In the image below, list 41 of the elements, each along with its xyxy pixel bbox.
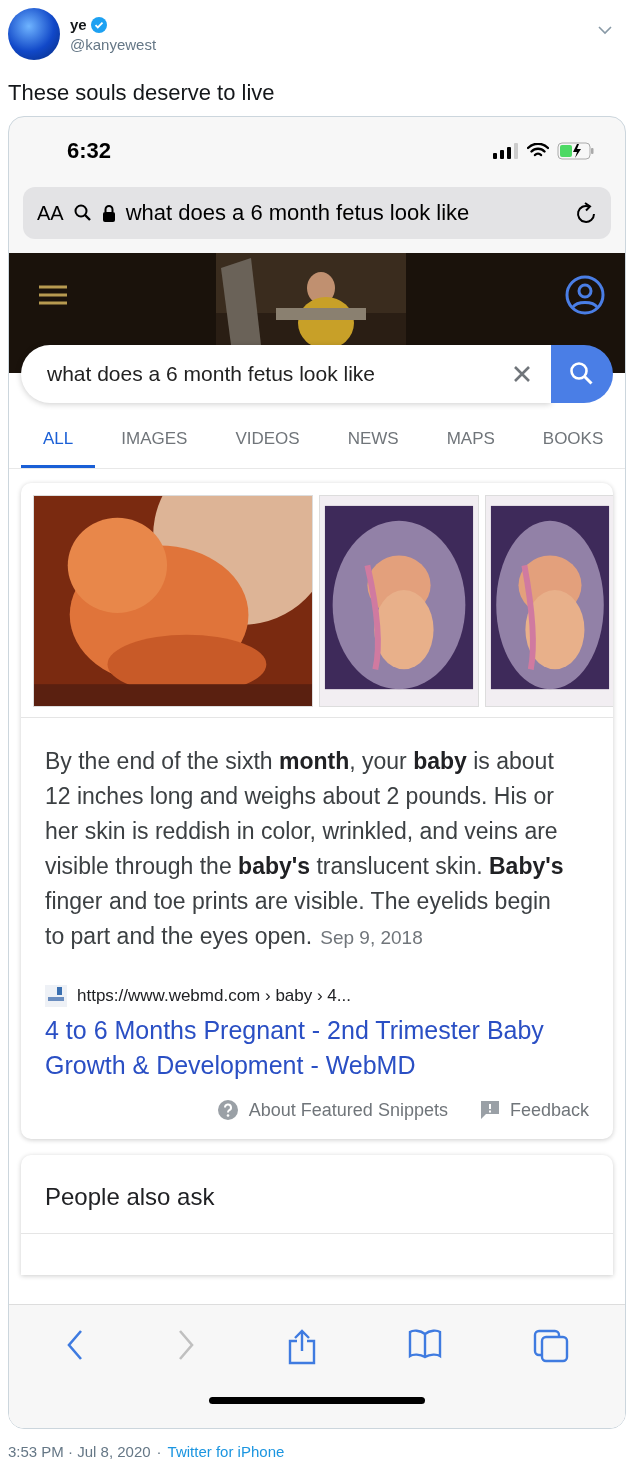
- feedback-icon: [479, 1100, 500, 1120]
- search-field[interactable]: what does a 6 month fetus look like: [21, 345, 551, 403]
- share-button[interactable]: [286, 1329, 317, 1365]
- url-text: what does a 6 month fetus look like: [125, 200, 471, 226]
- chevron-down-icon[interactable]: [598, 26, 612, 35]
- source-url: https://www.webmd.com › baby › 4...: [77, 986, 351, 1006]
- search-tab[interactable]: IMAGES: [99, 411, 210, 468]
- snippet-text: By the end of the sixth month, your baby is about 12 inches long and weighs about 2 pounds. His or her skin is reddish in color, wrinkled, and veins are visible through the baby's translucent skin. Baby's finger and toe prints are visible. The eyelids begin to part and the eyes open. Sep 9, 2018: [45, 747, 565, 951]
- address-bar[interactable]: AA what does a 6 month fetus look like: [23, 187, 611, 239]
- tweet-timestamp[interactable]: 3:53 PM · Jul 8, 2020: [8, 1443, 151, 1460]
- status-time: 6:32: [67, 138, 112, 164]
- site-favicon: [45, 985, 67, 1007]
- account-icon[interactable]: [565, 275, 605, 315]
- help-icon: [216, 1099, 239, 1121]
- username[interactable]: @kanyewest: [70, 36, 588, 53]
- tweet-text: These souls deserve to live: [8, 80, 276, 106]
- search-tab[interactable]: BOOKS: [520, 411, 625, 468]
- display-name[interactable]: ye: [70, 16, 87, 33]
- signal-icon: [493, 143, 519, 159]
- text-size-button[interactable]: AA: [37, 201, 64, 225]
- separator-dot: ·: [156, 1443, 162, 1460]
- about-snippets-link[interactable]: About Featured Snippets: [248, 1099, 448, 1121]
- result-title-link[interactable]: 4 to 6 Months Pregnant - 2nd Trimester Baby Growth & Development - WebMD: [45, 1013, 569, 1083]
- reload-icon[interactable]: [575, 201, 597, 225]
- search-tab[interactable]: VIDEOS: [213, 411, 322, 468]
- wifi-icon: [527, 143, 549, 159]
- search-tab[interactable]: ALL: [21, 411, 96, 468]
- search-icon: [73, 204, 92, 222]
- search-icon: [569, 361, 595, 387]
- feedback-link[interactable]: Feedback: [509, 1099, 589, 1121]
- menu-icon[interactable]: [39, 285, 67, 305]
- battery-icon: [557, 142, 595, 160]
- avatar: [8, 8, 60, 60]
- tabs-button[interactable]: [533, 1329, 570, 1365]
- search-tab[interactable]: MAPS: [424, 411, 517, 468]
- tweet-source-link[interactable]: Twitter for iPhone: [167, 1443, 285, 1460]
- section-heading: People also ask: [21, 1155, 613, 1234]
- search-button[interactable]: [551, 345, 613, 403]
- search-tab[interactable]: NEWS: [325, 411, 421, 468]
- lock-icon: [101, 204, 116, 222]
- clear-icon[interactable]: [513, 365, 531, 383]
